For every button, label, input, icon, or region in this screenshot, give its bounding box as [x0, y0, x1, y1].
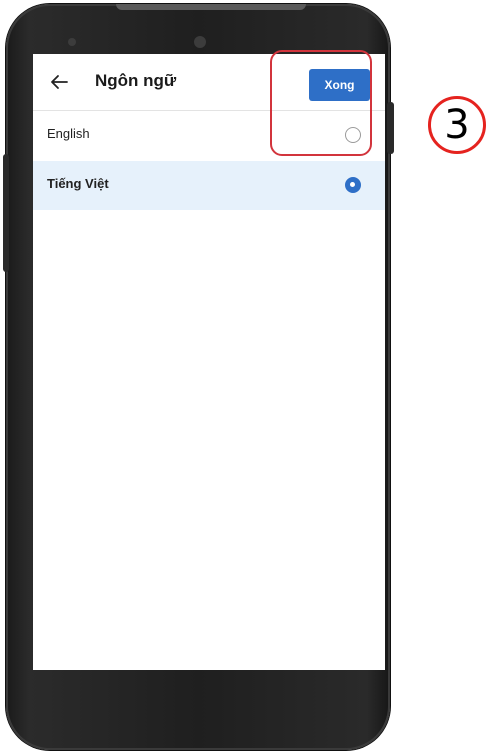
language-label: English	[47, 126, 90, 141]
app-bar: Ngôn ngữ Xong	[33, 54, 385, 111]
stage: Ngôn ngữ Xong English Tiếng Việt 3	[0, 0, 495, 752]
volume-button	[3, 154, 9, 272]
phone-frame: Ngôn ngữ Xong English Tiếng Việt	[3, 4, 394, 750]
step-marker: 3	[428, 96, 486, 154]
radio-selected[interactable]	[345, 177, 361, 193]
sensor-dot	[68, 38, 76, 46]
page-title: Ngôn ngữ	[95, 71, 177, 90]
language-label: Tiếng Việt	[47, 176, 109, 191]
phone-screen: Ngôn ngữ Xong English Tiếng Việt	[33, 54, 385, 670]
language-option-english[interactable]: English	[33, 111, 385, 160]
done-button[interactable]: Xong	[309, 69, 370, 101]
radio-unselected[interactable]	[345, 127, 361, 143]
front-camera	[194, 36, 206, 48]
arrow-left-icon[interactable]	[47, 70, 71, 94]
power-button	[387, 102, 394, 154]
phone-top-edge	[116, 4, 306, 10]
language-option-vietnamese[interactable]: Tiếng Việt	[33, 161, 385, 210]
